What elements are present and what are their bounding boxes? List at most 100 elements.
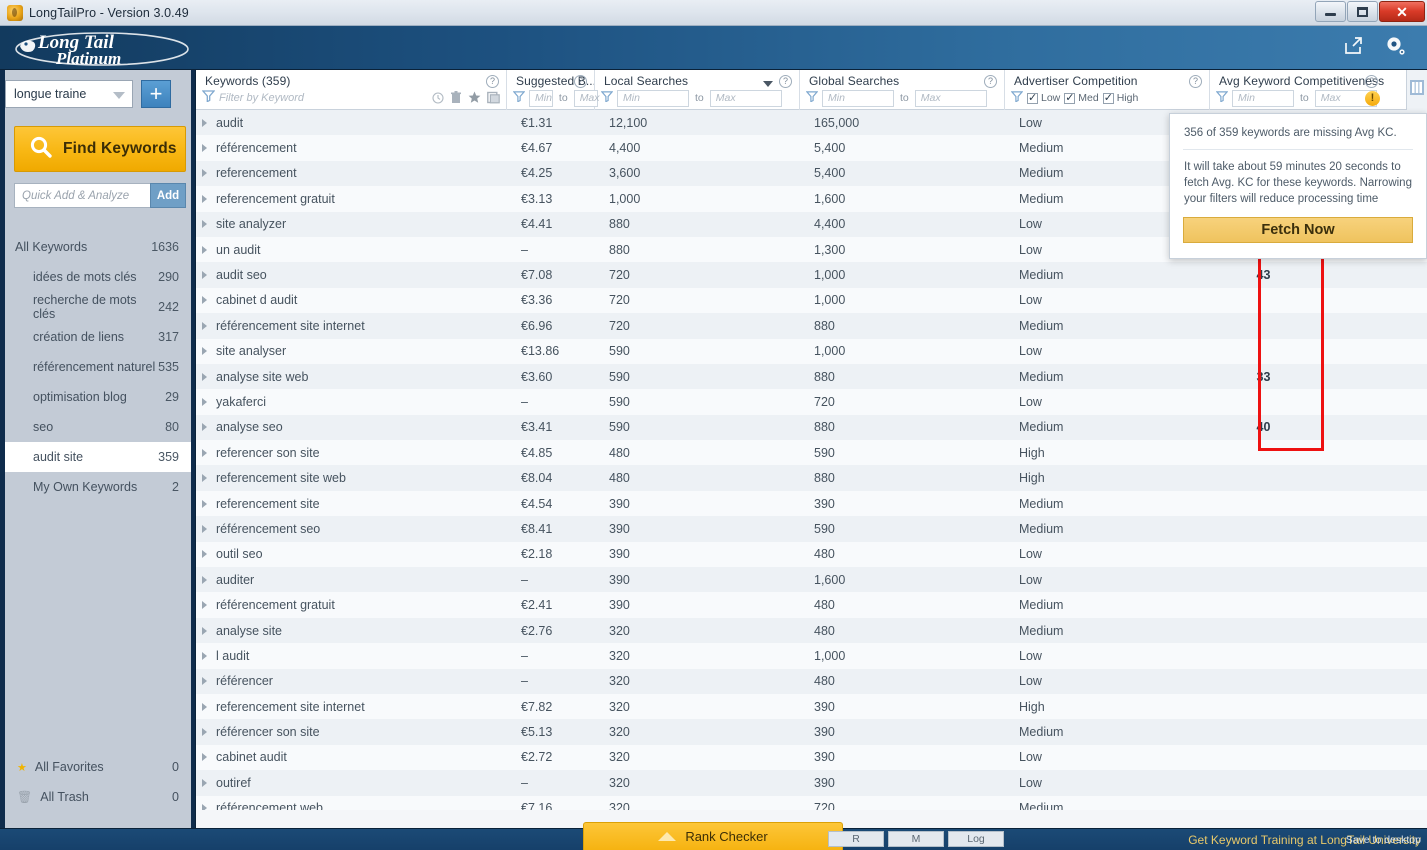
column-header-local-searches[interactable]: Local Searches ? Min to Max [595,70,800,110]
table-row[interactable]: referencement site web €8.04 480 880 High [196,465,1427,491]
sidebar-item-id-es-de-mots-cl-s[interactable]: idées de mots clés 290 [5,262,191,292]
bid-min-input[interactable]: Min [529,89,553,107]
help-icon[interactable]: ? [486,75,499,88]
expand-row-icon[interactable] [202,804,207,810]
columns-toggle-button[interactable] [1406,70,1427,110]
help-icon[interactable]: ? [574,75,587,88]
sidebar-item-seo[interactable]: seo 80 [5,412,191,442]
funnel-icon[interactable] [512,89,526,107]
avgkc-warning-badge[interactable]: ! [1365,91,1380,106]
column-header-global-searches[interactable]: Global Searches ? Min to Max [800,70,1005,110]
funnel-icon[interactable] [805,89,819,107]
table-row[interactable]: référencement site internet €6.96 720 880 Me… [196,313,1427,339]
rank-checker-button[interactable]: Rank Checker [583,822,843,850]
sidebar-item-all-keywords[interactable]: All Keywords 1636 [5,232,191,262]
column-header-avg-keyword-competitiveness[interactable]: Avg Keyword Competitiveness ? Min to Max… [1210,70,1406,110]
quick-add-button[interactable]: Add [150,183,186,208]
table-row[interactable]: outil seo €2.18 390 480 Low [196,541,1427,568]
sidebar-item-optimisation-blog[interactable]: optimisation blog 29 [5,382,191,412]
local-min-input[interactable]: Min [617,89,689,107]
expand-row-icon[interactable] [202,702,207,711]
expand-row-icon[interactable] [202,753,207,762]
table-row[interactable]: référencement gratuit €2.41 390 480 Medium [196,592,1427,618]
table-row[interactable]: cabinet d audit €3.36 720 1,000 Low [196,287,1427,314]
expand-row-icon[interactable] [202,499,207,508]
expand-row-icon[interactable] [202,651,207,660]
expand-row-icon[interactable] [202,778,207,787]
sidebar-bottom-item-all-trash[interactable]: 🗑 All Trash 0 [5,782,191,812]
column-header-keywords[interactable]: Keywords (359) ? Filter by Keyword [196,70,507,110]
expand-row-icon[interactable] [202,347,207,356]
global-max-input[interactable]: Max [914,89,987,107]
sort-descending-icon[interactable] [763,81,773,87]
sidebar-item-r-f-rencement-naturel[interactable]: référencement naturel 535 [5,352,191,382]
expand-row-icon[interactable] [202,169,207,178]
expand-row-icon[interactable] [202,575,207,584]
help-icon[interactable]: ? [1189,75,1202,88]
table-row[interactable]: site analyser €13.86 590 1,000 Low [196,338,1427,364]
trash-icon[interactable] [450,91,462,109]
table-row[interactable]: référencement seo €8.41 390 590 Medium [196,516,1427,542]
table-row[interactable]: outiref – 320 390 Low [196,770,1427,796]
expand-row-icon[interactable] [202,448,207,457]
table-row[interactable]: référencer – 320 480 Low [196,668,1427,694]
sidebar-item-my-own-keywords[interactable]: My Own Keywords 2 [5,472,191,502]
expand-row-icon[interactable] [202,296,207,305]
sidebar-item-audit-site[interactable]: audit site 359 [5,442,191,472]
global-min-input[interactable]: Min [822,89,894,107]
expand-row-icon[interactable] [202,677,207,686]
keyword-filter-input[interactable]: Filter by Keyword [219,92,304,104]
table-row[interactable]: référencer son site €5.13 320 390 Medium [196,719,1427,745]
table-row[interactable]: analyse site web €3.60 590 880 Medium 33 [196,363,1427,390]
local-max-input[interactable]: Max [709,89,782,107]
table-row[interactable]: auditer – 390 1,600 Low [196,567,1427,593]
footer-tab-m[interactable]: M [888,831,944,847]
avgkc-min-input[interactable]: Min [1232,89,1294,107]
expand-row-icon[interactable] [202,271,207,280]
column-header-advertiser-competition[interactable]: Advertiser Competition ? Low Med High [1005,70,1210,110]
funnel-icon[interactable] [1215,89,1229,107]
checkbox-high[interactable]: High [1102,91,1138,104]
copy-icon[interactable] [487,91,500,109]
table-row[interactable]: referencer son site €4.85 480 590 High [196,440,1427,466]
gear-icon[interactable] [1385,35,1407,62]
funnel-icon[interactable] [600,89,614,107]
footer-tab-log[interactable]: Log [948,831,1004,847]
expand-row-icon[interactable] [202,626,207,635]
close-button[interactable]: ✕ [1379,1,1425,22]
project-select[interactable]: longue traine [5,80,133,108]
expand-row-icon[interactable] [202,728,207,737]
table-row[interactable]: referencement site €4.54 390 390 Medium [196,490,1427,517]
expand-row-icon[interactable] [202,397,207,406]
table-row[interactable]: analyse seo €3.41 590 880 Medium 40 [196,414,1427,441]
funnel-icon[interactable] [1010,89,1024,107]
checkbox-low[interactable]: Low [1027,91,1060,104]
quick-add-input[interactable]: Quick Add & Analyze [14,183,150,208]
table-row[interactable]: référencement web €7.16 320 720 Medium [196,795,1427,810]
help-icon[interactable]: ? [984,75,997,88]
expand-row-icon[interactable] [202,194,207,203]
expand-row-icon[interactable] [202,423,207,432]
footer-tab-r[interactable]: R [828,831,884,847]
export-icon[interactable] [1343,36,1363,61]
expand-row-icon[interactable] [202,144,207,153]
expand-row-icon[interactable] [202,245,207,254]
expand-row-icon[interactable] [202,220,207,229]
sidebar-item-cr-ation-de-liens[interactable]: création de liens 317 [5,322,191,352]
expand-row-icon[interactable] [202,372,207,381]
expand-row-icon[interactable] [202,474,207,483]
expand-row-icon[interactable] [202,550,207,559]
add-project-button[interactable]: + [141,80,171,108]
sidebar-item-recherche-de-mots-cl-s[interactable]: recherche de mots clés 242 [5,292,191,322]
table-row[interactable]: yakaferci – 590 720 Low [196,389,1427,415]
expand-row-icon[interactable] [202,601,207,610]
clock-icon[interactable] [432,91,444,109]
find-keywords-button[interactable]: Find Keywords [14,126,186,172]
table-row[interactable]: l audit – 320 1,000 Low [196,643,1427,669]
table-row[interactable]: referencement site internet €7.82 320 390 Hi… [196,693,1427,720]
table-row[interactable]: audit seo €7.08 720 1,000 Medium 43 [196,262,1427,288]
table-row[interactable]: cabinet audit €2.72 320 390 Low [196,744,1427,771]
help-icon[interactable]: ? [1365,75,1378,88]
star-icon[interactable] [468,91,481,109]
expand-row-icon[interactable] [202,321,207,330]
